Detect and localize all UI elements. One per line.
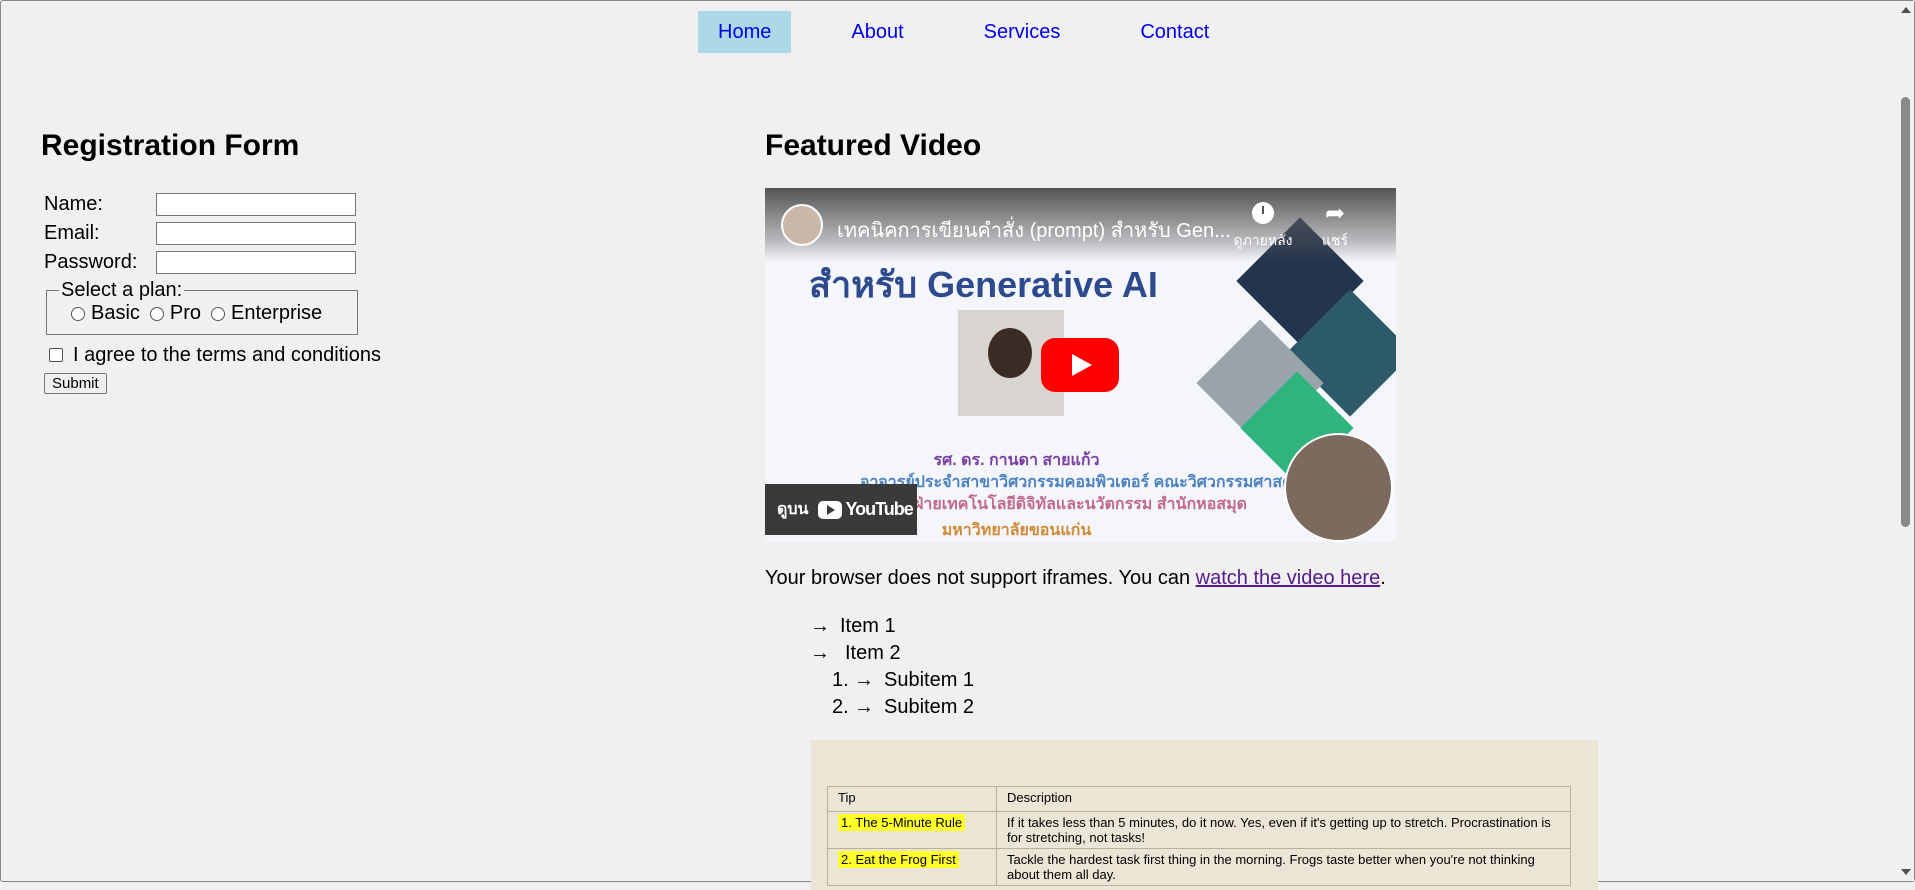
channel-avatar[interactable] <box>781 204 823 246</box>
share-icon: ➦ <box>1324 200 1346 227</box>
plan-pro-label: Pro <box>169 302 202 324</box>
video-presenter-bubble <box>1284 433 1393 542</box>
nav-home-link[interactable]: Home <box>698 11 792 53</box>
nav-about-link[interactable]: About <box>831 11 923 53</box>
fallback-end: . <box>1380 567 1386 589</box>
description-column-header: Description <box>996 786 1571 812</box>
name-label: Name: <box>44 193 103 215</box>
plan-pro-radio[interactable] <box>149 306 164 321</box>
terms-label: I agree to the terms and conditions <box>73 343 381 366</box>
list-item-label: Item 2 <box>845 642 901 664</box>
tip-description: Tackle the hardest task first thing in t… <box>996 848 1571 886</box>
share-label: แชร์ <box>1321 232 1349 248</box>
youtube-wordmark: YouTube <box>845 499 913 519</box>
scroll-up-arrow-icon[interactable] <box>1901 7 1911 13</box>
nav-contact-link[interactable]: Contact <box>1120 11 1229 53</box>
plan-basic-radio[interactable] <box>71 306 85 321</box>
play-button[interactable] <box>1041 338 1119 392</box>
tip-column-header: Tip <box>827 786 997 812</box>
tips-image: Tip Description 1. The 5-Minute Rule If … <box>811 740 1598 890</box>
watch-later-button[interactable]: ดูภายหลัง <box>1233 202 1293 252</box>
top-nav: Home About Services Contact <box>698 11 1269 53</box>
featured-video-title: Featured Video <box>765 129 982 162</box>
sub-list-number: 1. <box>832 669 849 691</box>
iframe-fallback-text: Your browser does not support iframes. Y… <box>765 567 1386 590</box>
plan-enterprise-radio[interactable] <box>211 306 226 321</box>
vertical-scrollbar[interactable] <box>1897 1 1914 881</box>
table-header-row: Tip Description <box>827 786 1571 812</box>
terms-checkbox[interactable] <box>49 348 63 362</box>
plan-fieldset: Select a plan: Basic Pro Enterprise <box>46 279 358 335</box>
password-field[interactable] <box>156 251 356 274</box>
tips-table: Tip Description 1. The 5-Minute Rule If … <box>827 786 1571 886</box>
watch-video-link[interactable]: watch the video here <box>1196 567 1381 589</box>
tip-name: 2. Eat the Frog First <box>838 851 959 868</box>
sub-list-item: 2. → Subitem 2 <box>810 694 974 721</box>
email-label: Email: <box>44 222 100 244</box>
arrow-icon: → <box>810 642 830 664</box>
plan-basic-label: Basic <box>91 302 140 324</box>
email-field[interactable] <box>156 222 356 245</box>
registration-form-title: Registration Form <box>41 129 300 162</box>
sub-list-item: 1. → Subitem 1 <box>810 667 974 694</box>
plan-legend: Select a plan: <box>61 279 183 301</box>
tip-name: 1. The 5-Minute Rule <box>838 814 966 831</box>
video-headline: สำหรับ Generative AI <box>809 264 1158 305</box>
video-title[interactable]: เทคนิคการเขียนคำสั่ง (prompt) สำหรับ Gen… <box>837 214 1231 246</box>
table-row: 2. Eat the Frog First Tackle the hardest… <box>827 848 1571 886</box>
list-item-label: Item 1 <box>840 615 896 637</box>
watch-later-label: ดูภายหลัง <box>1233 232 1293 248</box>
registration-form: Name: Email: Password: Select a plan: Ba… <box>44 190 381 394</box>
watch-on-label: ดูบน <box>777 501 809 518</box>
scroll-down-arrow-icon[interactable] <box>1901 869 1911 875</box>
arrow-icon: → <box>854 669 874 691</box>
tip-description: If it takes less than 5 minutes, do it n… <box>996 811 1571 849</box>
sub-list-number: 2. <box>832 696 849 718</box>
submit-button[interactable]: Submit <box>44 373 107 394</box>
table-row: 1. The 5-Minute Rule If it takes less th… <box>827 811 1571 849</box>
sub-list-item-label: Subitem 2 <box>884 696 975 718</box>
password-label: Password: <box>44 251 138 273</box>
sub-list-item-label: Subitem 1 <box>884 669 975 691</box>
list-item: → Item 2 <box>810 640 974 667</box>
scrollbar-thumb[interactable] <box>1901 97 1910 527</box>
arrow-icon: → <box>810 615 830 637</box>
arrow-icon: → <box>854 696 874 718</box>
fallback-text: Your browser does not support iframes. Y… <box>765 567 1196 589</box>
nav-services-link[interactable]: Services <box>964 11 1081 53</box>
youtube-logo: YouTube <box>818 499 914 520</box>
watch-on-youtube-button[interactable]: ดูบน YouTube <box>765 484 917 535</box>
name-field[interactable] <box>156 193 356 216</box>
youtube-play-icon <box>818 500 843 519</box>
share-button[interactable]: ➦ แชร์ <box>1305 202 1365 252</box>
plan-enterprise-label: Enterprise <box>231 302 323 324</box>
clock-icon <box>1252 202 1274 224</box>
item-list: → Item 1 → Item 2 1. → Subitem 1 2. → Su… <box>810 613 974 721</box>
list-item: → Item 1 <box>810 613 974 640</box>
video-embed[interactable]: สำหรับ Generative AI รศ. ดร. กานดา สายแก… <box>765 188 1396 542</box>
